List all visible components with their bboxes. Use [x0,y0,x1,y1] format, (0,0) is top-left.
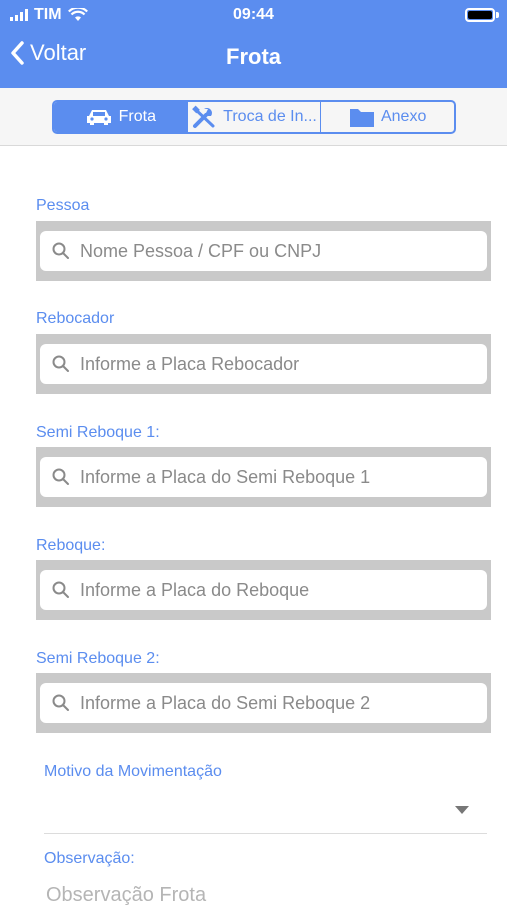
navigation-bar: TIM 09:44 Voltar Frota [0,0,507,88]
folder-icon [349,109,374,127]
tab-frota-label: Frota [118,108,156,125]
search-icon [52,581,69,598]
reboque-label: Reboque: [36,537,106,554]
motivo-label: Motivo da Movimentação [44,763,222,780]
tab-anexo[interactable]: Anexo [321,102,454,132]
back-label: Voltar [30,40,87,65]
clock: 09:44 [233,6,274,23]
tab-troca[interactable]: Troca de In... [188,102,322,132]
pessoa-search-bar [36,221,491,281]
segmented-control: Frota Troca de In... Anexo [52,100,456,134]
reboque-input[interactable] [80,579,480,601]
observacao-label: Observação: [44,850,135,867]
observacao-field[interactable]: Observação Frota [46,884,206,907]
battery-icon [465,8,495,22]
pessoa-search-box [40,231,487,271]
tools-icon [192,105,215,128]
pessoa-input[interactable] [80,240,480,262]
semi-reboque-2-search-bar [36,673,491,733]
pessoa-label: Pessoa [36,197,90,214]
dropdown-arrow-icon [455,806,469,814]
rebocador-search-bar [36,334,491,394]
tab-anexo-label: Anexo [380,108,427,125]
search-icon [52,468,69,485]
reboque-search-bar [36,560,491,620]
semi-reboque-2-search-box [40,683,487,723]
rebocador-label: Rebocador [36,310,115,327]
segment-bar: Frota Troca de In... Anexo [0,88,507,146]
chevron-left-icon [11,41,24,65]
rebocador-input[interactable] [80,353,480,375]
search-icon [52,694,69,711]
reboque-search-box [40,570,487,610]
semi-reboque-1-search-bar [36,447,491,507]
semi-reboque-1-search-box [40,457,487,497]
motivo-select[interactable] [44,790,487,834]
car-icon [86,110,111,125]
tab-troca-label: Troca de In... [223,108,317,125]
semi-reboque-1-input[interactable] [80,466,480,488]
battery-tip [496,12,499,18]
semi-reboque-1-label: Semi Reboque 1: [36,424,160,441]
search-icon [52,355,69,372]
semi-reboque-2-label: Semi Reboque 2: [36,650,160,667]
back-button[interactable]: Voltar [10,40,86,66]
search-icon [52,242,69,259]
tab-frota[interactable]: Frota [54,102,188,132]
semi-reboque-2-input[interactable] [80,692,480,714]
status-bar: TIM 09:44 [0,0,507,30]
rebocador-search-box [40,344,487,384]
